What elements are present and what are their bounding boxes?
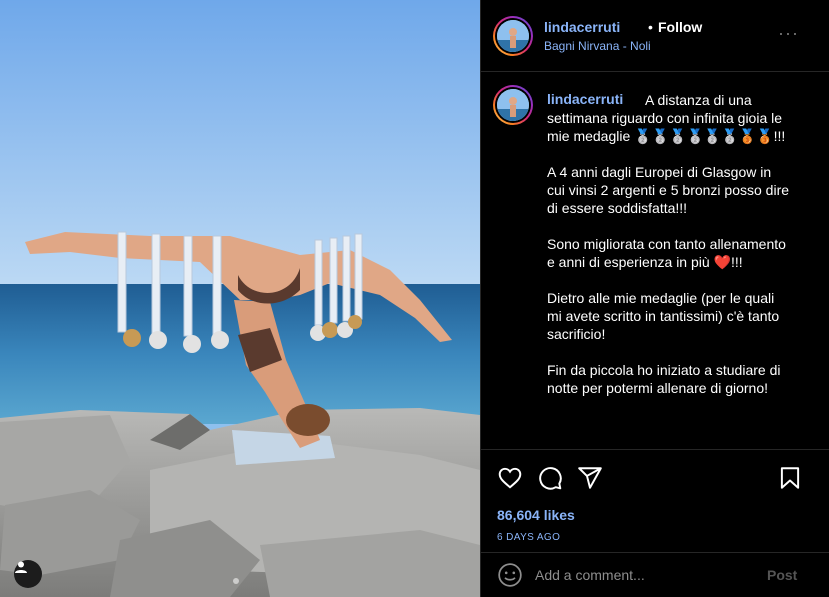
post-date[interactable]: 6 DAYS AGO xyxy=(497,532,560,543)
share-icon[interactable] xyxy=(577,465,603,491)
caption-avatar[interactable] xyxy=(493,85,533,125)
more-options-icon[interactable]: ··· xyxy=(778,24,799,42)
post-photo[interactable] xyxy=(0,0,480,597)
caption-paragraph: Dietro alle mie medaglie (per le quali m… xyxy=(547,290,784,342)
tagged-users-button[interactable] xyxy=(14,560,42,588)
username-link[interactable]: lindacerruti xyxy=(544,19,620,35)
separator-dot: • xyxy=(648,19,653,35)
caption-paragraph: A distanza di una settimana riguardo con… xyxy=(547,92,786,144)
likes-count[interactable]: 86,604 likes xyxy=(497,507,575,523)
caption-area: lindacerruti A distanza di una settimana… xyxy=(481,73,829,448)
comment-icon[interactable] xyxy=(537,465,563,491)
comment-form: Post xyxy=(481,552,829,597)
follow-button[interactable]: Follow xyxy=(658,19,702,35)
post-header: lindacerruti • Follow Bagni Nirvana - No… xyxy=(481,0,829,72)
caption-paragraph: A 4 anni dagli Europei di Glasgow in cui… xyxy=(547,164,793,216)
bookmark-icon[interactable] xyxy=(777,465,803,491)
heart-icon[interactable] xyxy=(497,465,523,491)
user-icon xyxy=(15,561,27,573)
profile-picture xyxy=(497,89,529,121)
caption-paragraph: Fin da piccola ho iniziato a studiare di… xyxy=(547,362,785,396)
post-comment-button[interactable]: Post xyxy=(767,567,797,583)
location-link[interactable]: Bagni Nirvana - Noli xyxy=(544,39,651,53)
photo-illustration xyxy=(0,0,480,597)
emoji-icon[interactable] xyxy=(497,562,523,588)
comment-input[interactable] xyxy=(535,561,765,589)
carousel-indicator xyxy=(233,578,239,584)
caption-paragraph: Sono migliorata con tanto allenamento e … xyxy=(547,236,790,270)
caption-text: A distanza di una settimana riguardo con… xyxy=(547,91,791,415)
avatar[interactable] xyxy=(493,16,533,56)
action-bar xyxy=(481,449,829,507)
post-details-panel: lindacerruti • Follow Bagni Nirvana - No… xyxy=(480,0,829,597)
profile-picture xyxy=(497,20,529,52)
